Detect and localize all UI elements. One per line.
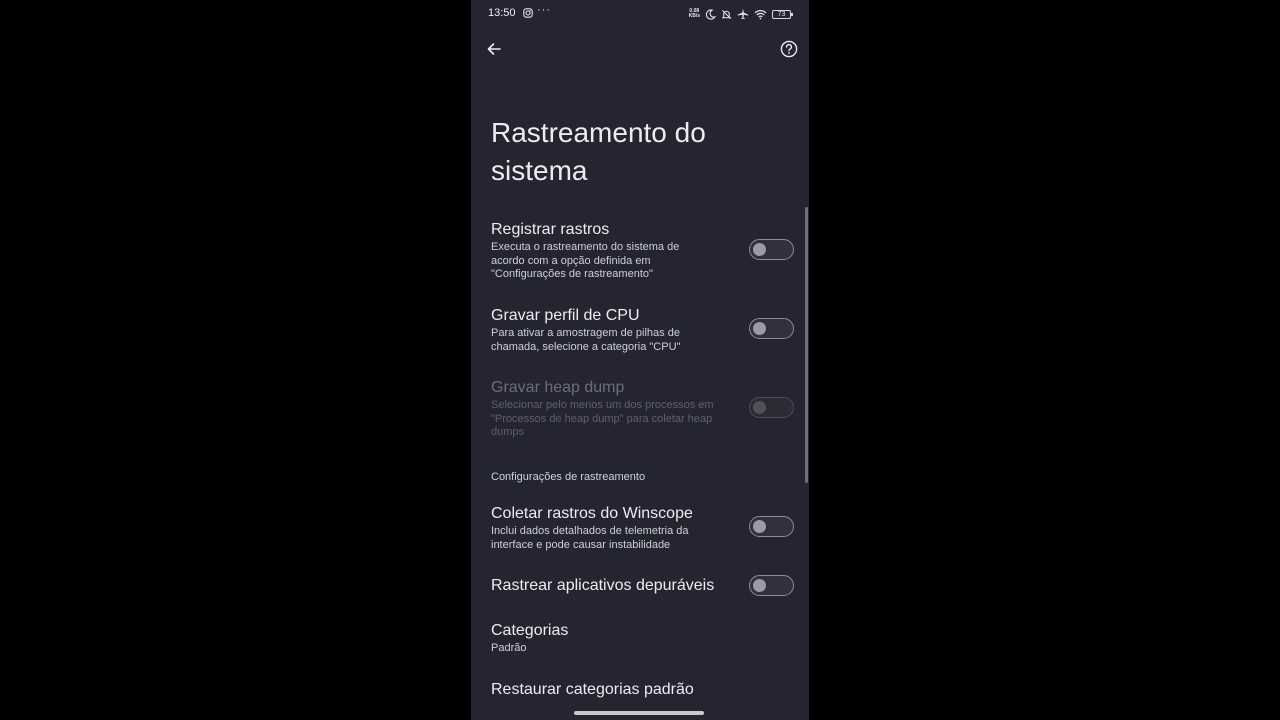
battery-icon: 73 [772, 9, 793, 19]
status-bar: 13:50 ··· 0.08 KB/s 73 [471, 0, 809, 28]
network-speed-unit: KB/s [688, 13, 700, 19]
pref-registrar-rastros[interactable]: Registrar rastros Executa o rastreamento… [491, 221, 791, 282]
status-icons: 0.08 KB/s 73 [689, 6, 793, 22]
instagram-icon [523, 8, 533, 18]
back-button[interactable] [483, 38, 505, 60]
pref-summary: Padrão [491, 642, 527, 654]
pref-summary: Para ativar a amostragem de pilhas de ch… [491, 327, 681, 353]
toggle-coletar-rastros-winscope[interactable] [749, 516, 794, 537]
pref-title: Rastrear aplicativos depuráveis [491, 577, 715, 594]
airplane-icon [737, 8, 749, 20]
toggle-gravar-heap-dump [749, 397, 794, 418]
toggle-knob [753, 519, 766, 533]
pref-title: Coletar rastros do Winscope [491, 505, 693, 522]
toggle-knob [753, 242, 766, 256]
scrollbar[interactable] [805, 207, 808, 483]
phone-screen: 13:50 ··· 0.08 KB/s 73 Rastreamento do s… [471, 0, 809, 720]
arrow-left-icon [487, 43, 501, 55]
toggle-knob [753, 400, 766, 414]
bell-off-icon [721, 9, 732, 19]
pref-coletar-rastros-winscope[interactable]: Coletar rastros do Winscope Inclui dados… [491, 505, 791, 552]
pref-rastrear-aplicativos-depuraveis[interactable]: Rastrear aplicativos depuráveis [491, 577, 791, 595]
more-notifications-icon: ··· [537, 4, 551, 16]
battery-level: 73 [777, 10, 786, 18]
pref-summary: Selecionar pelo menos um dos processos e… [491, 399, 714, 438]
pref-title: Gravar perfil de CPU [491, 307, 640, 324]
wifi-icon [754, 9, 767, 19]
toggle-knob [753, 578, 766, 592]
pref-summary: Inclui dados detalhados de telemetria da… [491, 525, 689, 551]
moon-icon [705, 8, 716, 20]
toggle-knob [753, 321, 766, 335]
toggle-gravar-perfil-cpu[interactable] [749, 318, 794, 339]
pref-title: Restaurar categorias padrão [491, 681, 694, 698]
pref-title: Registrar rastros [491, 221, 610, 238]
status-time: 13:50 [488, 7, 516, 19]
toggle-rastrear-aplicativos-depuraveis[interactable] [749, 575, 794, 596]
pref-gravar-heap-dump: Gravar heap dump Selecionar pelo menos u… [491, 379, 791, 440]
pref-title: Gravar heap dump [491, 379, 625, 396]
pref-title: Categorias [491, 622, 569, 639]
home-indicator[interactable] [574, 711, 704, 715]
pref-gravar-perfil-cpu[interactable]: Gravar perfil de CPU Para ativar a amost… [491, 307, 791, 354]
pref-categorias[interactable]: Categorias Padrão [491, 622, 791, 656]
section-header: Configurações de rastreamento [491, 471, 646, 483]
help-icon [780, 40, 798, 58]
help-button[interactable] [778, 38, 800, 60]
toggle-registrar-rastros[interactable] [749, 239, 794, 260]
pref-restaurar-categorias-padrao[interactable]: Restaurar categorias padrão [491, 681, 791, 699]
page-title: Rastreamento do sistema [491, 117, 706, 186]
pref-summary: Executa o rastreamento do sistema de aco… [491, 241, 680, 280]
network-speed: 0.08 KB/s [689, 9, 700, 19]
screen-background: 13:50 ··· 0.08 KB/s 73 Rastreamento do s… [0, 0, 1280, 720]
